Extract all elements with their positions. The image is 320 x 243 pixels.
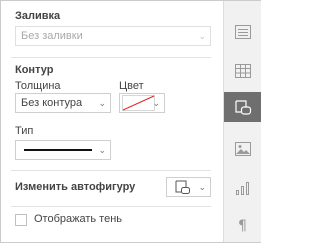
shape-icon — [175, 180, 190, 194]
divider — [11, 57, 211, 58]
text-settings-button[interactable]: ¶ — [224, 211, 261, 241]
settings-sidebar: ¶ — [223, 1, 261, 242]
shape-settings-button[interactable] — [224, 92, 261, 122]
thickness-select-value: Без контура — [21, 97, 83, 109]
type-label: Тип — [15, 125, 34, 137]
fill-select-value: Без заливки — [21, 30, 83, 42]
divider — [11, 206, 211, 207]
stroke-title: Контур — [15, 64, 54, 76]
fill-select: Без заливки ⌄ — [15, 26, 211, 46]
shape-settings-panel: Заливка Без заливки ⌄ Контур Толщина Цве… — [0, 0, 261, 243]
chevron-down-icon: ⌄ — [152, 98, 160, 108]
chevron-down-icon: ⌄ — [198, 182, 206, 192]
change-shape-label: Изменить автофигуру — [15, 181, 136, 193]
image-icon — [234, 142, 251, 156]
color-label: Цвет — [119, 80, 144, 92]
fill-title: Заливка — [15, 10, 61, 22]
text-block-icon — [234, 25, 251, 39]
divider — [11, 170, 211, 171]
chevron-down-icon: ⌄ — [198, 31, 206, 41]
chevron-down-icon: ⌄ — [98, 145, 106, 155]
image-settings-button[interactable] — [224, 134, 261, 164]
chevron-down-icon: ⌄ — [98, 98, 106, 108]
table-settings-button[interactable] — [224, 56, 261, 86]
stroke-color-picker[interactable]: ⌄ — [119, 93, 165, 113]
change-shape-button[interactable]: ⌄ — [166, 177, 211, 197]
pilcrow-icon: ¶ — [238, 218, 247, 234]
shadow-checkbox[interactable] — [15, 214, 27, 226]
thickness-label: Толщина — [15, 80, 61, 92]
stroke-type-select[interactable]: ⌄ — [15, 140, 111, 160]
solid-line-icon — [24, 149, 92, 151]
shadow-label[interactable]: Отображать тень — [34, 213, 122, 225]
chart-settings-button[interactable] — [224, 173, 261, 203]
chart-icon — [235, 182, 249, 195]
shape-icon — [234, 100, 251, 115]
settings-content: Заливка Без заливки ⌄ Контур Толщина Цве… — [1, 1, 223, 242]
paragraph-settings-button[interactable] — [224, 17, 261, 47]
no-color-diagonal-icon — [122, 95, 155, 111]
table-icon — [234, 64, 251, 78]
thickness-select[interactable]: Без контура ⌄ — [15, 93, 111, 113]
